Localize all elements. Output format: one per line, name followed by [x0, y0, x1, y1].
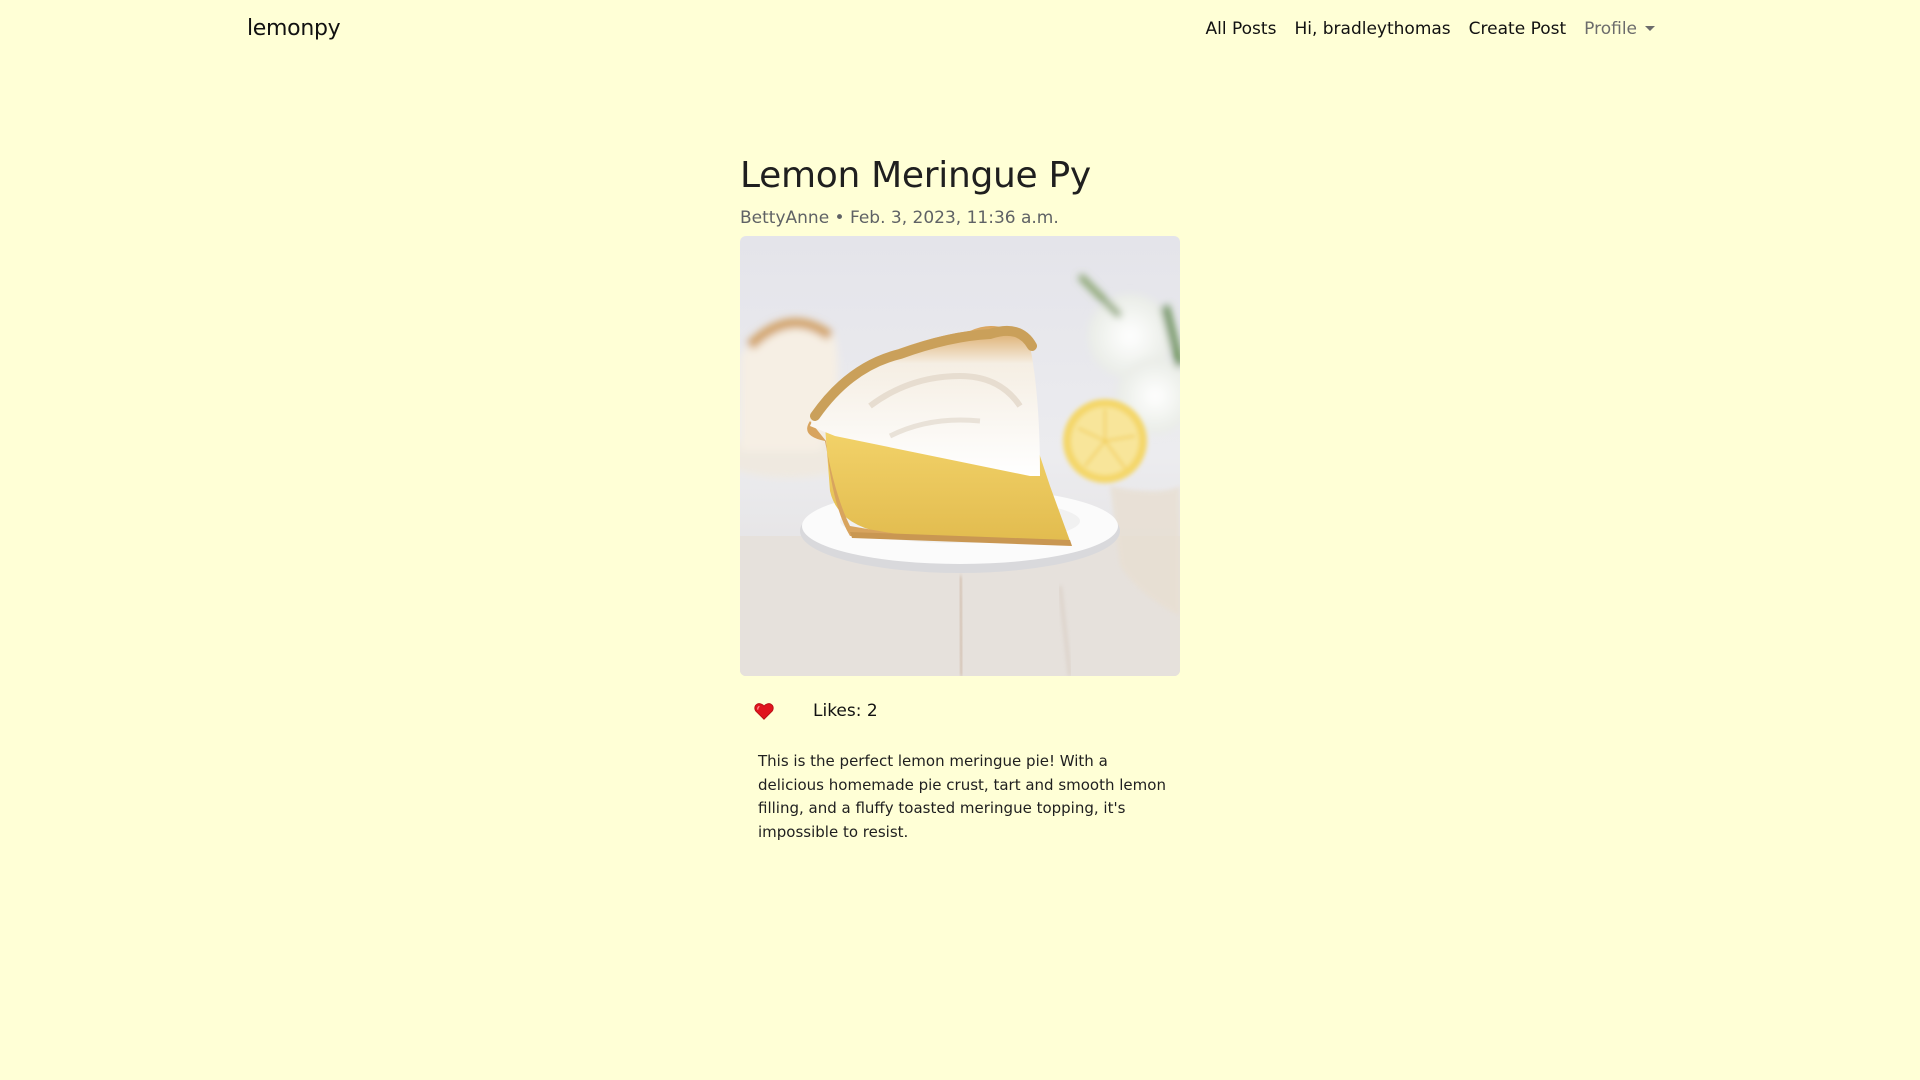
- nav-user-greeting[interactable]: Hi, bradleythomas: [1285, 19, 1459, 39]
- post-body: This is the perfect lemon meringue pie! …: [758, 752, 1166, 841]
- chevron-down-icon: [1645, 26, 1655, 31]
- post-image: [740, 236, 1180, 676]
- nav-links: All Posts Hi, bradleythomas Create Post …: [1197, 19, 1664, 39]
- post-meta: BettyAnne • Feb. 3, 2023, 11:36 a.m.: [740, 208, 1059, 228]
- heart-icon[interactable]: [753, 700, 775, 722]
- post-detail: Lemon Meringue Py BettyAnne • Feb. 3, 20…: [740, 152, 1180, 859]
- nav-profile-label: Profile: [1584, 19, 1637, 39]
- nav-all-posts[interactable]: All Posts: [1197, 19, 1286, 39]
- nav-profile-dropdown[interactable]: Profile: [1575, 19, 1664, 39]
- navbar: lemonpy All Posts Hi, bradleythomas Crea…: [0, 0, 1920, 62]
- nav-create-post[interactable]: Create Post: [1460, 19, 1575, 39]
- brand-logo-link[interactable]: lemonpy: [247, 16, 341, 41]
- likes-count: Likes: 2: [813, 701, 878, 721]
- likes-row: Likes: 2: [740, 698, 1180, 724]
- post-title: Lemon Meringue Py: [740, 155, 1091, 196]
